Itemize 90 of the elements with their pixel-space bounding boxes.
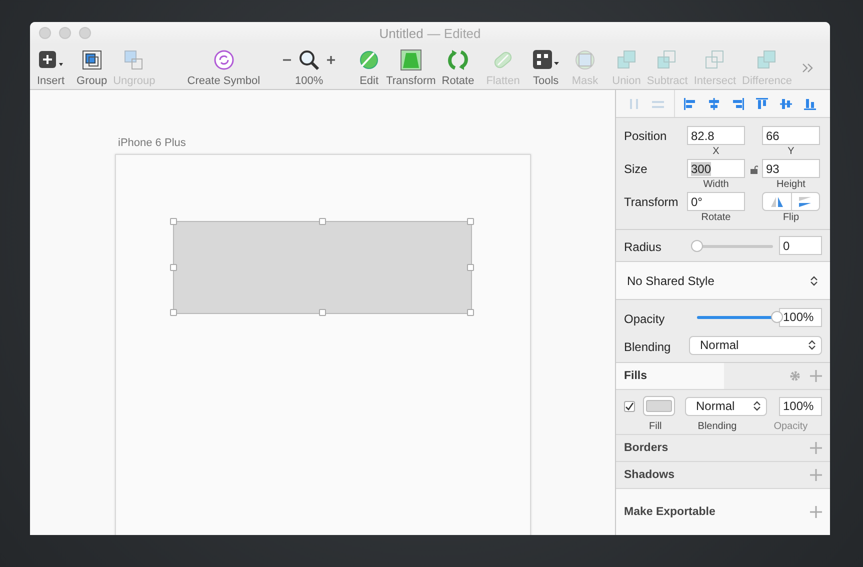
resize-handle[interactable] — [318, 309, 326, 316]
resize-handle[interactable] — [170, 264, 177, 270]
field-caption: Blending — [698, 421, 737, 432]
field-caption: Height — [776, 179, 806, 190]
fill-checkbox[interactable] — [624, 400, 635, 412]
add-icon[interactable] — [810, 469, 822, 481]
add-icon[interactable] — [810, 442, 822, 454]
resize-handle[interactable] — [467, 309, 474, 316]
transform-button[interactable]: Transform — [383, 48, 439, 87]
fill-blending-dropdown[interactable]: Normal — [685, 396, 767, 416]
group-button[interactable]: Group — [74, 48, 110, 87]
align-bottom-icon — [803, 96, 817, 110]
zoom-window-button[interactable] — [79, 27, 91, 39]
window-subtitle: — Edited — [427, 26, 481, 40]
window-title: Untitled — [379, 26, 424, 40]
lock-icon[interactable] — [750, 165, 758, 174]
shared-style-dropdown[interactable]: No Shared Style — [616, 262, 830, 300]
resize-handle[interactable] — [467, 264, 474, 270]
search-icon — [298, 49, 320, 71]
field-caption: X — [712, 146, 720, 157]
opacity-field[interactable]: 100% — [779, 308, 822, 326]
artboard-name[interactable]: iPhone 6 Plus — [118, 137, 186, 149]
ungroup-icon — [123, 49, 146, 71]
position-label: Position — [624, 128, 668, 143]
rotate-arrows-icon — [446, 49, 470, 71]
size-label: Size — [624, 161, 648, 176]
close-window-button[interactable] — [39, 27, 51, 39]
symbol-icon — [212, 49, 235, 71]
mask-icon — [574, 49, 596, 71]
align-center-icon — [707, 96, 721, 110]
transform-icon — [400, 49, 422, 71]
slider-thumb[interactable] — [691, 240, 703, 252]
section-title: Fills — [616, 363, 724, 389]
difference-shapes-icon — [756, 49, 778, 71]
blending-dropdown[interactable]: Normal — [689, 336, 822, 354]
union-shapes-icon — [616, 49, 638, 71]
stepper-arrows-icon — [808, 339, 816, 351]
field-caption: Fill — [649, 421, 662, 432]
fill-color-well[interactable] — [643, 396, 675, 416]
edit-button[interactable]: Edit — [355, 48, 384, 87]
field-caption: Rotate — [701, 212, 731, 223]
align-top-icon — [755, 96, 769, 110]
rotate-field[interactable]: 0° — [687, 192, 745, 211]
distribute-h-icon — [627, 96, 641, 110]
subtract-shapes-icon — [656, 49, 678, 71]
field-caption: Flip — [782, 212, 800, 223]
section-title: Shadows — [624, 469, 674, 481]
x-position-field[interactable]: 82.8 — [687, 126, 745, 145]
field-caption: Opacity — [774, 421, 808, 432]
align-right-icon — [731, 96, 745, 110]
vector-tools-icon — [532, 49, 560, 71]
more-chevron-icon[interactable] — [800, 62, 815, 74]
resize-handle[interactable] — [467, 218, 474, 225]
group-icon — [80, 49, 103, 71]
height-field[interactable]: 93 — [762, 159, 820, 178]
width-field[interactable]: 300 — [687, 159, 745, 178]
settings-icon[interactable] — [789, 370, 801, 382]
symbol-button[interactable]: Create Symbol — [184, 48, 264, 87]
rectangle-shape[interactable] — [173, 221, 472, 314]
align-left-icon — [683, 96, 697, 110]
insert-button[interactable]: Insert — [34, 48, 68, 87]
rotate-button[interactable]: Rotate — [438, 48, 478, 87]
pen-edit-icon — [358, 49, 380, 71]
resize-handle[interactable] — [170, 309, 177, 316]
resize-handle[interactable] — [170, 218, 177, 225]
stepper-arrows-icon — [753, 400, 761, 412]
field-caption: Width — [703, 179, 729, 190]
tools-button[interactable]: Tools — [528, 48, 563, 87]
opacity-label: Opacity — [624, 310, 666, 326]
section-title: Borders — [624, 442, 668, 454]
transform-label: Transform — [624, 194, 680, 209]
checkmark-icon — [625, 402, 634, 410]
stepper-arrows-icon — [810, 274, 818, 286]
plus-icon — [38, 49, 64, 71]
field-caption: Y — [788, 146, 794, 157]
y-position-field[interactable]: 66 — [762, 126, 820, 145]
zoom-control[interactable]: 100% — [277, 48, 342, 87]
fill-opacity-field[interactable]: 100% — [779, 396, 822, 416]
section-title: Make Exportable — [624, 506, 716, 518]
flip-horizontal-icon — [770, 196, 784, 208]
add-icon[interactable] — [810, 506, 822, 518]
radius-label: Radius — [624, 239, 662, 254]
resize-handle[interactable] — [318, 218, 326, 225]
blending-label: Blending — [624, 338, 672, 354]
align-middle-icon — [779, 96, 793, 110]
radius-field[interactable]: 0 — [779, 236, 822, 255]
flip-vertical-icon — [798, 196, 812, 208]
intersect-shapes-icon — [704, 49, 726, 71]
minimize-window-button[interactable] — [59, 27, 71, 39]
add-icon[interactable] — [810, 370, 822, 382]
